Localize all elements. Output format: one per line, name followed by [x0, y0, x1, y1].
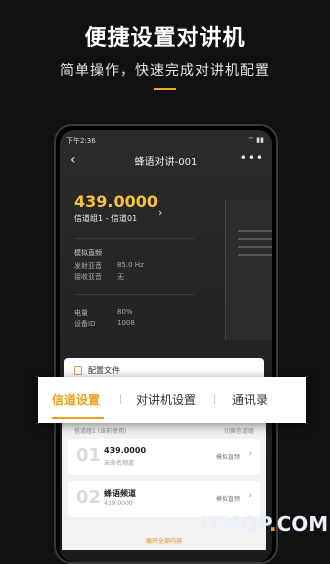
channel-mode: 模拟直频 — [215, 454, 240, 461]
rx-tone-label: 接收亚音 — [74, 273, 102, 281]
hero-subtitle: 简单操作，快速完成对讲机配置 — [60, 63, 270, 79]
channel-name: 蜂语频道 — [104, 489, 136, 498]
battery-label: 电量 — [74, 309, 88, 317]
device-grille-line — [238, 254, 272, 256]
channel-number: 01 — [76, 445, 102, 466]
document-icon — [74, 366, 82, 375]
device-id-row: 设备ID 1008 — [74, 319, 135, 329]
device-grille-line — [238, 246, 272, 248]
channel-sub: 439.0000 — [104, 500, 133, 507]
chevron-right-icon: › — [248, 449, 252, 459]
tab-contacts[interactable]: 通讯录 — [232, 391, 268, 408]
device-image — [225, 200, 272, 340]
tab-separator — [120, 394, 121, 404]
current-frequency: 439.0000 — [74, 192, 159, 211]
tx-tone-value: 85.0 Hz — [117, 261, 144, 269]
channel-sub: 未命名频道 — [104, 460, 135, 467]
expand-all-link[interactable]: 展开全部内容 — [62, 536, 266, 545]
device-id-value: 1008 — [117, 319, 135, 327]
switch-group-link[interactable]: 切换信道组 — [224, 426, 254, 435]
device-id-label: 设备ID — [74, 320, 96, 328]
current-channel[interactable]: 信道组1 - 信道01 — [74, 213, 137, 224]
hero-title: 便捷设置对讲机 — [84, 26, 246, 51]
tx-tone-row: 发射亚音 85.0 Hz — [74, 261, 144, 271]
chevron-right-icon[interactable]: › — [158, 206, 162, 219]
more-icon[interactable]: ••• — [240, 151, 264, 165]
rx-tone-row: 接收亚音 无 — [74, 272, 124, 282]
channel-group-header: 信道组1 (当前使用) — [74, 428, 127, 435]
device-grille-line — [238, 230, 272, 232]
channel-name: 439.0000 — [104, 446, 147, 455]
config-file-label: 配置文件 — [88, 366, 120, 375]
tx-tone-label: 发射亚音 — [74, 262, 102, 270]
watermark-text: ITMOP — [200, 512, 269, 536]
accent-divider — [154, 88, 176, 90]
channel-mode: 模拟直频 — [215, 496, 240, 503]
watermark-text: COM — [276, 512, 329, 536]
list-item[interactable]: 01 439.0000 未命名频道 模拟直频 › — [68, 439, 260, 475]
battery-value: 80% — [117, 308, 133, 316]
watermark-logo: ITMOP.COM — [200, 512, 328, 536]
tab-bar: 信道设置 对讲机设置 通讯录 — [38, 377, 306, 423]
status-time: 下午2:36 — [66, 137, 96, 145]
device-grille-line — [238, 238, 272, 240]
tab-channel-settings[interactable]: 信道设置 — [52, 391, 100, 408]
tab-separator — [214, 394, 215, 404]
status-icons: ⌔ ▮▮ — [247, 136, 264, 144]
tab-radio-settings[interactable]: 对讲机设置 — [136, 391, 196, 408]
divider — [74, 294, 194, 295]
chevron-right-icon: › — [248, 491, 252, 501]
rx-tone-value: 无 — [117, 273, 124, 281]
sim-title: 模拟直频 — [74, 249, 102, 257]
divider — [74, 238, 194, 239]
active-tab-indicator — [52, 417, 104, 419]
battery-row: 电量 80% — [74, 308, 133, 318]
channel-number: 02 — [76, 487, 102, 508]
watermark-dot: . — [268, 512, 277, 536]
